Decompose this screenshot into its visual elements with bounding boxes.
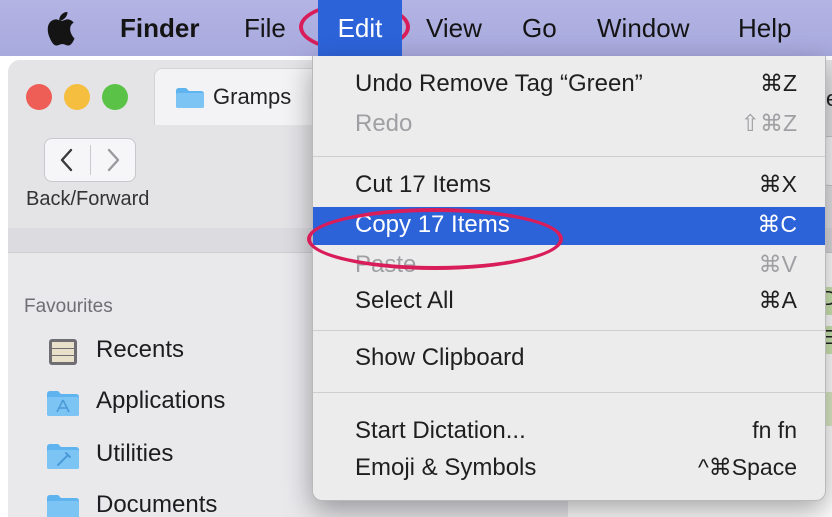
menu-item-label: Start Dictation... <box>355 417 526 444</box>
applications-folder-icon <box>47 391 79 416</box>
menu-help[interactable]: Help <box>738 0 791 56</box>
sidebar-item-label: Documents <box>96 491 218 517</box>
menu-finder[interactable]: Finder <box>120 0 199 56</box>
copy-item-annotation-circle <box>307 208 563 270</box>
sidebar-item-recents[interactable]: Recents <box>46 334 306 368</box>
menu-item-redo[interactable]: Redo ⇧⌘Z <box>313 106 825 144</box>
sidebar-item-applications[interactable]: Applications <box>46 385 306 419</box>
sidebar-heading-favourites: Favourites <box>24 296 113 317</box>
menu-item-label: Show Clipboard <box>355 344 525 371</box>
recents-icon <box>49 339 77 365</box>
menu-edit[interactable]: Edit <box>318 0 402 56</box>
menu-bar: Finder File Edit View Go Window Help <box>0 0 832 56</box>
back-forward-label: Back/Forward <box>26 188 150 210</box>
documents-folder-icon <box>47 495 79 517</box>
menu-item-label: Undo Remove Tag “Green” <box>355 70 643 97</box>
close-window-button[interactable] <box>26 84 52 110</box>
edit-menu-dropdown: Undo Remove Tag “Green” ⌘Z Redo ⇧⌘Z Cut … <box>312 56 826 501</box>
menu-go[interactable]: Go <box>522 0 557 56</box>
menu-item-shortcut: ⌘C <box>757 211 797 237</box>
menu-item-shortcut: ⌘A <box>758 287 797 313</box>
menu-item-shortcut: fn fn <box>752 417 797 443</box>
utilities-folder-icon <box>47 444 79 469</box>
menu-file[interactable]: File <box>244 0 286 56</box>
chevron-right-icon <box>107 148 120 172</box>
folder-icon <box>176 88 204 108</box>
sidebar-item-utilities[interactable]: Utilities <box>46 438 306 472</box>
partial-tab-title: er <box>826 86 832 112</box>
back-forward-control <box>44 138 136 182</box>
minimize-window-button[interactable] <box>64 84 90 110</box>
menu-window[interactable]: Window <box>597 0 689 56</box>
zoom-window-button[interactable] <box>102 84 128 110</box>
sidebar-item-label: Utilities <box>96 440 174 467</box>
sidebar: Favourites Recents Applications Utilitie… <box>8 253 308 517</box>
menu-item-label: Redo <box>355 110 413 137</box>
menu-item-undo[interactable]: Undo Remove Tag “Green” ⌘Z <box>313 66 825 104</box>
sidebar-item-label: Applications <box>96 387 226 414</box>
menu-item-shortcut: ⌘Z <box>759 70 797 96</box>
back-button[interactable] <box>45 139 90 181</box>
sidebar-item-label: Recents <box>96 336 185 363</box>
tab-title: Gramps <box>213 84 292 109</box>
apple-logo-icon[interactable] <box>44 10 78 48</box>
menu-item-shortcut: ⌘X <box>758 171 797 197</box>
menu-item-shortcut: ^⌘Space <box>697 454 797 480</box>
forward-button[interactable] <box>91 139 136 181</box>
menu-item-show-clipboard[interactable]: Show Clipboard <box>313 340 825 378</box>
menu-item-label: Cut 17 Items <box>355 171 492 198</box>
menu-item-label: Emoji & Symbols <box>355 454 537 481</box>
menu-item-cut[interactable]: Cut 17 Items ⌘X <box>313 167 825 205</box>
menu-item-shortcut: ⌘V <box>758 251 797 277</box>
tab-gramps[interactable]: Gramps <box>154 68 326 125</box>
chevron-left-icon <box>60 148 73 172</box>
menu-view[interactable]: View <box>426 0 482 56</box>
menu-item-start-dictation[interactable]: Start Dictation... fn fn <box>313 413 825 451</box>
menu-separator <box>313 156 825 157</box>
menu-separator <box>313 330 825 331</box>
menu-item-select-all[interactable]: Select All ⌘A <box>313 283 825 321</box>
menu-item-shortcut: ⇧⌘Z <box>740 110 797 136</box>
menu-separator <box>313 392 825 393</box>
sidebar-item-documents[interactable]: Documents <box>46 489 306 517</box>
menu-item-label: Select All <box>355 287 454 314</box>
menu-item-emoji-symbols[interactable]: Emoji & Symbols ^⌘Space <box>313 450 825 488</box>
